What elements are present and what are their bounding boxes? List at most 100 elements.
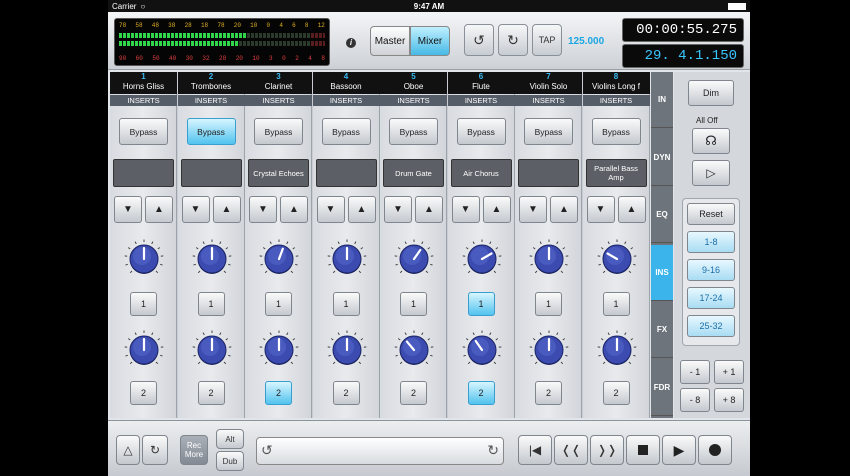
tab-eq[interactable]: EQ xyxy=(651,187,673,244)
insert-1-button[interactable]: 1 xyxy=(130,292,157,316)
insert-1-button[interactable]: 1 xyxy=(535,292,562,316)
insert-knob-1[interactable] xyxy=(529,239,569,279)
insert-slot[interactable]: Parallel Bass Amp xyxy=(585,159,647,187)
undo-button[interactable]: ↺ xyxy=(464,24,494,56)
bypass-button[interactable]: Bypass xyxy=(389,118,438,145)
fast-forward-button[interactable]: ❭❭ xyxy=(590,435,624,465)
insert-1-button[interactable]: 1 xyxy=(467,292,495,316)
insert-down-button[interactable]: ▼ xyxy=(249,196,277,223)
insert-slot[interactable]: Air Chorus xyxy=(450,159,512,187)
nudge-plus-8-button[interactable]: + 8 xyxy=(714,388,744,412)
tab-in[interactable]: IN xyxy=(651,72,673,128)
tab-fdr[interactable]: FDR xyxy=(651,360,673,416)
insert-1-button[interactable]: 1 xyxy=(197,292,225,316)
insert-knob-2[interactable] xyxy=(124,330,164,370)
insert-knob-1[interactable] xyxy=(259,239,299,279)
insert-knob-2[interactable] xyxy=(192,330,232,370)
tempo-display[interactable]: 125.000 xyxy=(568,36,604,47)
insert-knob-1[interactable] xyxy=(462,239,502,279)
bank-button-1-8[interactable]: 1-8 xyxy=(687,231,735,253)
channel-header[interactable]: 2 Trombones xyxy=(177,72,245,94)
insert-up-button[interactable]: ▲ xyxy=(617,196,646,223)
insert-slot[interactable] xyxy=(518,159,579,187)
rec-more-button[interactable]: Rec More xyxy=(180,435,208,465)
insert-up-button[interactable]: ▲ xyxy=(482,196,511,223)
insert-2-button[interactable]: 2 xyxy=(535,381,562,405)
play-button[interactable]: ▶ xyxy=(662,435,696,465)
insert-2-button[interactable]: 2 xyxy=(130,381,157,405)
insert-knob-1[interactable] xyxy=(327,239,367,279)
speaker-button[interactable]: ▷ xyxy=(692,160,730,186)
insert-down-button[interactable]: ▼ xyxy=(586,196,615,223)
bank-button-17-24[interactable]: 17-24 xyxy=(687,287,735,309)
insert-slot[interactable] xyxy=(315,159,377,187)
headphones-button[interactable]: ☊ xyxy=(692,128,730,154)
insert-up-button[interactable]: ▲ xyxy=(280,196,308,223)
bypass-button[interactable]: Bypass xyxy=(591,118,641,145)
tab-ins[interactable]: INS xyxy=(651,244,673,301)
insert-slot[interactable]: Drum Gate xyxy=(383,159,444,187)
channel-header[interactable]: 7 Violin Solo xyxy=(515,72,582,94)
loop-toggle-button[interactable]: ↻ xyxy=(142,435,168,465)
insert-knob-2[interactable] xyxy=(529,330,569,370)
rewind-button[interactable]: ❬❬ xyxy=(554,435,588,465)
channel-header[interactable]: 5 Oboe xyxy=(380,72,447,94)
insert-knob-1[interactable] xyxy=(597,239,637,279)
insert-slot[interactable] xyxy=(113,159,174,187)
tab-dyn[interactable]: DYN xyxy=(651,130,673,186)
tap-button[interactable]: TAP xyxy=(532,24,562,56)
reset-button[interactable]: Reset xyxy=(687,203,735,225)
insert-down-button[interactable]: ▼ xyxy=(114,196,142,223)
insert-up-button[interactable]: ▲ xyxy=(347,196,376,223)
channel-header[interactable]: 6 Flute xyxy=(447,72,515,94)
nudge-plus-1-button[interactable]: + 1 xyxy=(714,360,744,384)
insert-2-button[interactable]: 2 xyxy=(602,381,630,405)
bypass-button[interactable]: Bypass xyxy=(524,118,573,145)
loop-end-icon[interactable]: ↻ xyxy=(487,442,499,459)
position-display[interactable]: 29. 4.1.150 xyxy=(622,44,744,68)
bypass-button[interactable]: Bypass xyxy=(456,118,506,145)
insert-2-button[interactable]: 2 xyxy=(332,381,360,405)
insert-knob-1[interactable] xyxy=(394,239,434,279)
insert-down-button[interactable]: ▼ xyxy=(384,196,412,223)
channel-header[interactable]: 8 Violins Long f xyxy=(582,72,650,94)
insert-down-button[interactable]: ▼ xyxy=(316,196,345,223)
insert-up-button[interactable]: ▲ xyxy=(212,196,241,223)
insert-up-button[interactable]: ▲ xyxy=(145,196,173,223)
record-button[interactable] xyxy=(698,435,732,465)
insert-knob-2[interactable] xyxy=(597,330,637,370)
insert-1-button[interactable]: 1 xyxy=(265,292,292,316)
insert-knob-1[interactable] xyxy=(192,239,232,279)
redo-button[interactable]: ↻ xyxy=(498,24,528,56)
insert-2-button[interactable]: 2 xyxy=(265,381,292,405)
insert-knob-2[interactable] xyxy=(394,330,434,370)
metronome-button[interactable]: △ xyxy=(116,435,140,465)
mixer-button[interactable]: Mixer xyxy=(410,26,450,56)
insert-up-button[interactable]: ▲ xyxy=(550,196,578,223)
insert-2-button[interactable]: 2 xyxy=(467,381,495,405)
time-display[interactable]: 00:00:55.275 xyxy=(622,18,744,42)
info-icon[interactable]: i xyxy=(346,38,356,48)
insert-slot[interactable] xyxy=(180,159,242,187)
channel-header[interactable]: 3 Clarinet xyxy=(245,72,312,94)
insert-down-button[interactable]: ▼ xyxy=(451,196,480,223)
dim-button[interactable]: Dim xyxy=(688,80,734,106)
insert-knob-2[interactable] xyxy=(327,330,367,370)
rewind-to-start-button[interactable]: |◀ xyxy=(518,435,552,465)
insert-knob-1[interactable] xyxy=(124,239,164,279)
insert-1-button[interactable]: 1 xyxy=(332,292,360,316)
insert-1-button[interactable]: 1 xyxy=(602,292,630,316)
bank-button-9-16[interactable]: 9-16 xyxy=(687,259,735,281)
insert-slot[interactable]: Crystal Echoes xyxy=(248,159,309,187)
insert-2-button[interactable]: 2 xyxy=(400,381,427,405)
insert-knob-2[interactable] xyxy=(259,330,299,370)
insert-down-button[interactable]: ▼ xyxy=(519,196,547,223)
loop-start-icon[interactable]: ↺ xyxy=(261,442,273,459)
insert-knob-2[interactable] xyxy=(462,330,502,370)
nudge-minus-8-button[interactable]: - 8 xyxy=(680,388,710,412)
stop-button[interactable] xyxy=(626,435,660,465)
bypass-button[interactable]: Bypass xyxy=(321,118,371,145)
tab-fx[interactable]: FX xyxy=(651,302,673,359)
bank-button-25-32[interactable]: 25-32 xyxy=(687,315,735,337)
channel-header[interactable]: 1 Horns Gliss xyxy=(110,72,177,94)
